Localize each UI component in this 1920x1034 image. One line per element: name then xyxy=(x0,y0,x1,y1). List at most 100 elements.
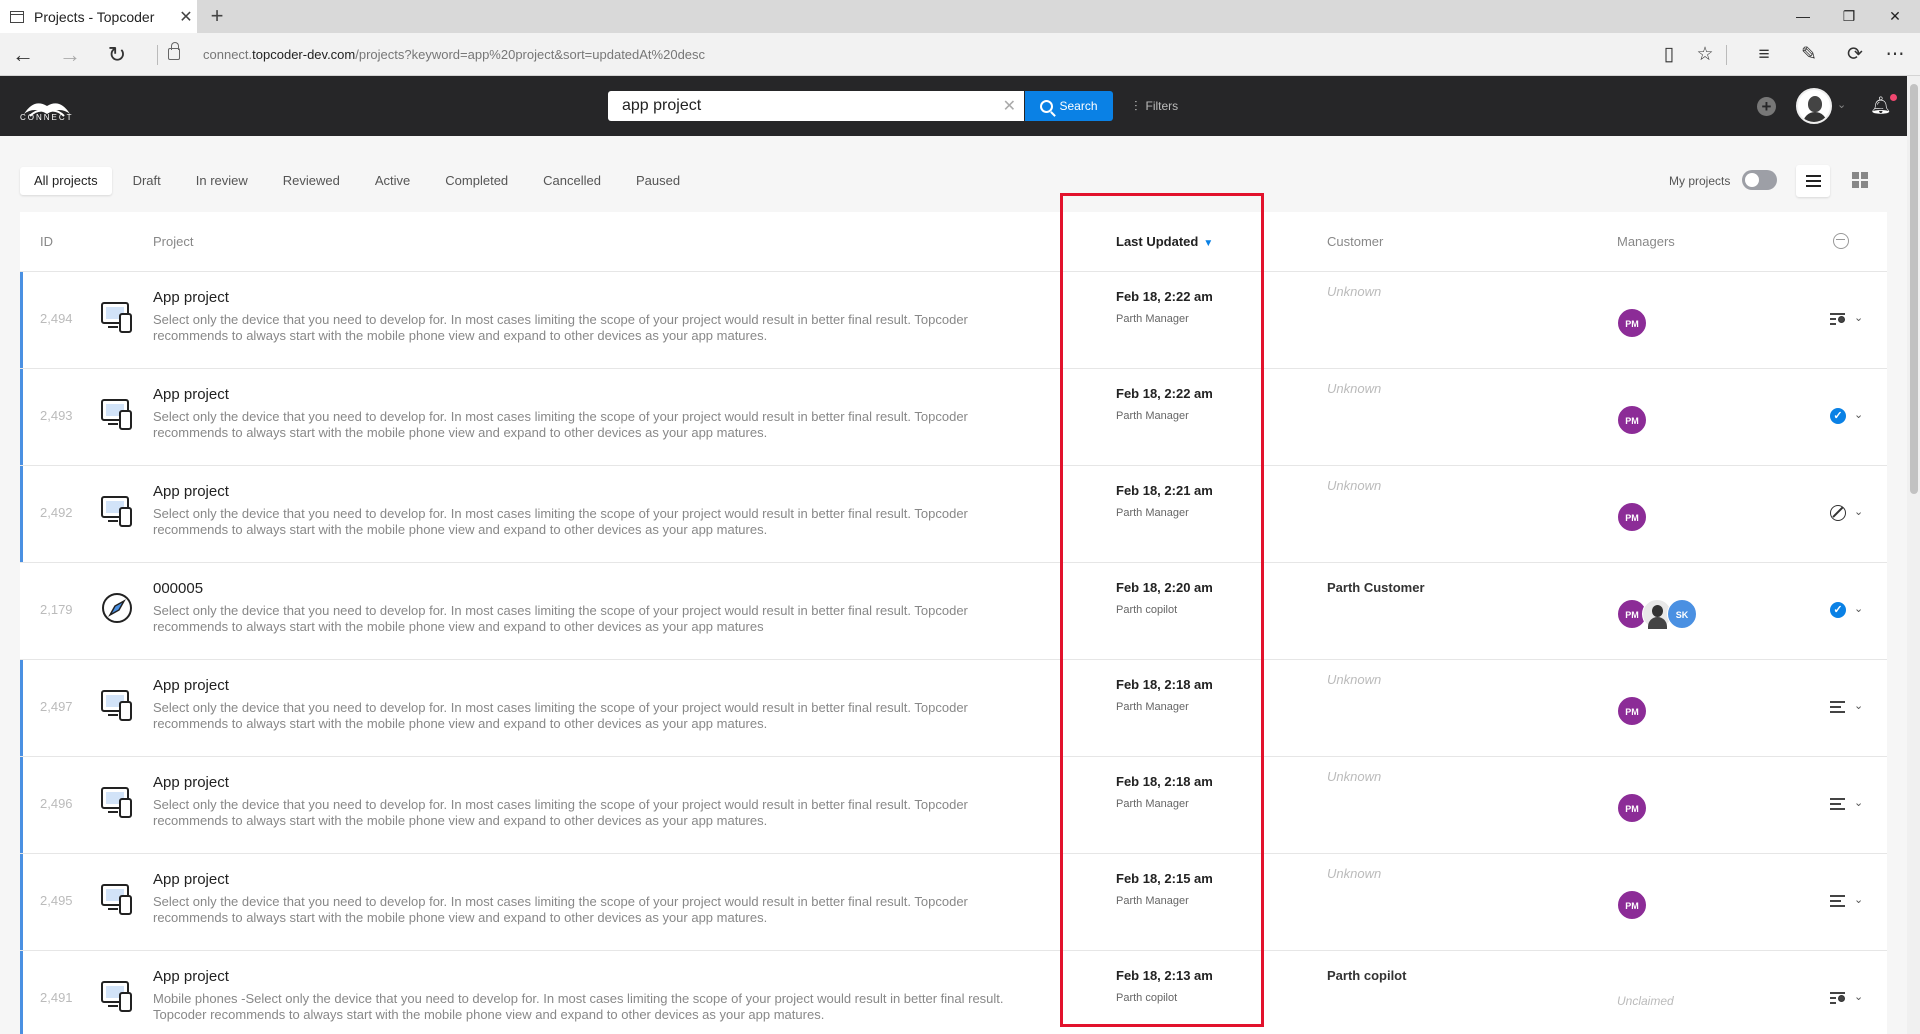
filter-tab-draft[interactable]: Draft xyxy=(119,167,175,195)
column-project[interactable]: Project xyxy=(153,234,193,249)
project-title[interactable]: App project xyxy=(153,871,229,888)
forward-button[interactable]: → xyxy=(55,41,85,69)
project-status-menu[interactable]: ✓ ⌄ xyxy=(1830,407,1870,427)
lock-icon xyxy=(168,42,180,60)
chevron-down-icon: ⌄ xyxy=(1854,312,1864,324)
filter-tab-reviewed[interactable]: Reviewed xyxy=(269,167,354,195)
chevron-down-icon: ⌄ xyxy=(1854,894,1864,906)
table-header: ID Project Last Updated ▼ Customer Manage… xyxy=(20,212,1887,272)
search-icon xyxy=(1040,99,1054,113)
filter-tab-cancelled[interactable]: Cancelled xyxy=(529,167,615,195)
project-id: 2,491 xyxy=(40,990,73,1005)
manager-avatar[interactable]: PM xyxy=(1617,890,1647,920)
search-button-label: Search xyxy=(1059,99,1098,113)
favorite-star-icon[interactable]: ☆ xyxy=(1692,42,1718,68)
close-tab-icon[interactable]: ✕ xyxy=(175,7,197,27)
project-status-menu[interactable]: ⌄ xyxy=(1830,892,1870,912)
refresh-button[interactable]: ↻ xyxy=(102,41,132,69)
project-status-menu[interactable]: ⌄ xyxy=(1830,989,1870,1009)
project-title[interactable]: App project xyxy=(153,386,229,403)
project-title[interactable]: App project xyxy=(153,289,229,306)
browser-tab[interactable]: Projects - Topcoder ✕ xyxy=(0,0,197,33)
project-id: 2,496 xyxy=(40,796,73,811)
search-input[interactable] xyxy=(608,91,988,121)
project-title[interactable]: App project xyxy=(153,677,229,694)
table-row[interactable]: 2,492 App project Select only the device t… xyxy=(20,466,1887,563)
new-project-icon[interactable]: + xyxy=(1757,97,1776,116)
project-description: Select only the device that you need to … xyxy=(153,894,968,925)
manager-avatar[interactable]: SK xyxy=(1667,599,1697,629)
project-status-menu[interactable]: ✓ ⌄ xyxy=(1830,601,1870,621)
column-id[interactable]: ID xyxy=(40,234,53,249)
url-field[interactable]: connect.topcoder-dev.com/projects?keywor… xyxy=(203,47,705,62)
project-title[interactable]: 000005 xyxy=(153,580,203,597)
table-row[interactable]: 2,496 App project Select only the device t… xyxy=(20,757,1887,854)
web-note-icon[interactable]: ✎ xyxy=(1796,42,1822,68)
table-row[interactable]: 2,491 App project Mobile phones -Select on… xyxy=(20,951,1887,1034)
column-managers[interactable]: Managers xyxy=(1617,234,1675,249)
reading-view-icon[interactable]: ▯ xyxy=(1656,42,1682,68)
scrollbar-thumb[interactable] xyxy=(1910,84,1918,494)
project-title[interactable]: App project xyxy=(153,774,229,791)
divider xyxy=(1726,45,1727,65)
column-customer[interactable]: Customer xyxy=(1327,234,1383,249)
manager-avatar[interactable]: PM xyxy=(1617,405,1647,435)
browser-tab-bar: Projects - Topcoder ✕ + — ❐ ✕ xyxy=(0,0,1920,33)
filters-label: Filters xyxy=(1145,99,1179,113)
project-status-menu[interactable]: ⌄ xyxy=(1830,795,1870,815)
project-id: 2,492 xyxy=(40,505,73,520)
chevron-down-icon: ⌄ xyxy=(1854,700,1864,712)
project-id: 2,495 xyxy=(40,893,73,908)
project-title[interactable]: App project xyxy=(153,968,229,985)
filter-tab-all-projects[interactable]: All projects xyxy=(20,167,112,195)
device-icon xyxy=(100,979,134,1013)
manager-avatar[interactable]: PM xyxy=(1617,502,1647,532)
filter-tab-paused[interactable]: Paused xyxy=(622,167,694,195)
project-title[interactable]: App project xyxy=(153,483,229,500)
chevron-down-icon: ⌄ xyxy=(1854,991,1864,1003)
hub-icon[interactable]: ≡ xyxy=(1751,42,1777,68)
more-menu-icon[interactable]: ⋯ xyxy=(1882,42,1908,68)
manager-avatar[interactable]: PM xyxy=(1617,308,1647,338)
search-button[interactable]: Search xyxy=(1025,91,1113,121)
table-row[interactable]: 2,495 App project Select only the device t… xyxy=(20,854,1887,951)
project-description: Select only the device that you need to … xyxy=(153,797,968,828)
my-projects-toggle[interactable] xyxy=(1742,170,1777,190)
user-avatar[interactable] xyxy=(1796,88,1832,124)
manager-avatar[interactable]: PM xyxy=(1617,793,1647,823)
device-icon xyxy=(100,688,134,722)
filters-button[interactable]: ⫶ Filters xyxy=(1134,91,1178,121)
back-button[interactable]: ← xyxy=(8,41,38,69)
new-tab-button[interactable]: + xyxy=(205,3,229,29)
minimize-button[interactable]: — xyxy=(1780,0,1826,33)
page-scrollbar[interactable] xyxy=(1907,76,1920,1034)
filter-tab-completed[interactable]: Completed xyxy=(431,167,522,195)
project-status-menu[interactable]: ⌄ xyxy=(1830,698,1870,718)
list-view-button[interactable] xyxy=(1796,165,1830,197)
table-row[interactable]: 2,497 App project Select only the device t… xyxy=(20,660,1887,757)
filter-tab-in-review[interactable]: In review xyxy=(182,167,262,195)
filter-tab-active[interactable]: Active xyxy=(361,167,424,195)
table-row[interactable]: 2,494 App project Select only the device t… xyxy=(20,272,1887,369)
device-icon xyxy=(100,882,134,916)
project-status-menu[interactable]: ⌄ xyxy=(1830,504,1870,524)
project-id: 2,494 xyxy=(40,311,73,326)
project-status-menu[interactable]: ⌄ xyxy=(1830,310,1870,330)
chevron-down-icon: ⌄ xyxy=(1854,797,1864,809)
chevron-down-icon[interactable]: ⌄ xyxy=(1837,98,1846,111)
restore-button[interactable]: ❐ xyxy=(1826,0,1872,33)
share-icon[interactable]: ⟳ xyxy=(1842,42,1868,68)
manager-avatar[interactable]: PM xyxy=(1617,696,1647,726)
connect-logo[interactable] xyxy=(20,88,74,128)
close-window-button[interactable]: ✕ xyxy=(1872,0,1918,33)
device-icon xyxy=(100,300,134,334)
notification-bell-icon[interactable]: 🔔︎ xyxy=(1870,96,1892,116)
customer-name: Unknown xyxy=(1327,866,1382,881)
customer-name: Unknown xyxy=(1327,381,1382,396)
table-row[interactable]: 2,493 App project Select only the device t… xyxy=(20,369,1887,466)
table-row[interactable]: 2,179 000005 Select only the device that y… xyxy=(20,563,1887,660)
clear-search-icon[interactable]: ✕ xyxy=(1003,96,1016,116)
checkmark-icon: ✓ xyxy=(1830,408,1846,424)
grid-view-button[interactable] xyxy=(1852,172,1868,188)
project-id: 2,497 xyxy=(40,699,73,714)
